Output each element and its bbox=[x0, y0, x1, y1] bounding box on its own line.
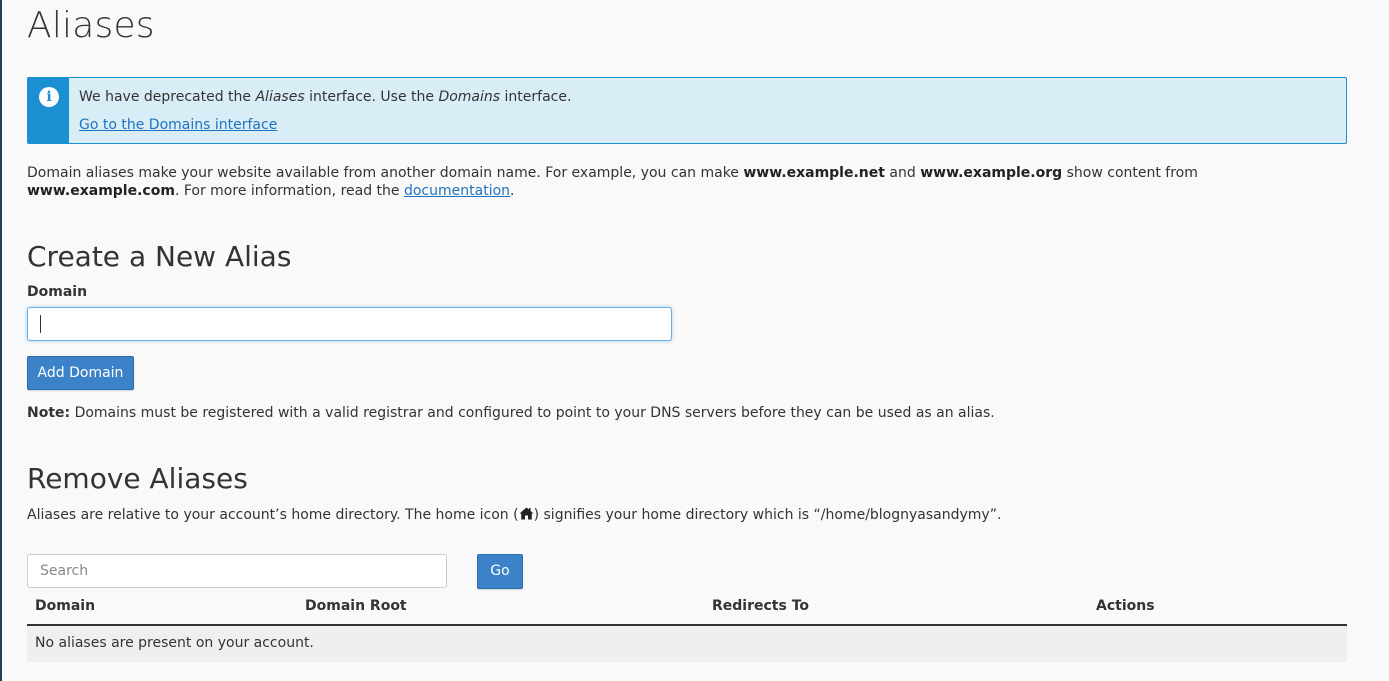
info-icon: i bbox=[39, 87, 59, 107]
intro-example-net: www.example.net bbox=[743, 165, 885, 181]
callout-text: We have deprecated the bbox=[79, 89, 256, 105]
documentation-link[interactable]: documentation bbox=[404, 183, 510, 199]
go-button[interactable]: Go bbox=[477, 554, 523, 589]
intro-example-com: www.example.com bbox=[27, 183, 175, 199]
intro-text: . For more information, read the bbox=[174, 183, 404, 199]
intro-example-org: www.example.org bbox=[920, 165, 1063, 181]
remove-desc-text: ) signifies your home directory which is… bbox=[533, 507, 1002, 523]
empty-message: No aliases are present on your account. bbox=[35, 635, 314, 651]
aliases-table: Domain Domain Root Redirects To Actions … bbox=[27, 592, 1347, 662]
column-header-redirects-to[interactable]: Redirects To bbox=[712, 598, 809, 614]
intro-text: show content from bbox=[1062, 165, 1198, 181]
create-alias-heading: Create a New Alias bbox=[27, 240, 292, 273]
remove-aliases-heading: Remove Aliases bbox=[27, 462, 248, 495]
add-domain-button[interactable]: Add Domain bbox=[27, 356, 134, 390]
domain-input[interactable] bbox=[27, 307, 672, 341]
domain-field-label: Domain bbox=[27, 284, 88, 300]
remove-desc-text: Aliases are relative to your account’s h… bbox=[27, 507, 519, 523]
table-header: Domain Domain Root Redirects To Actions bbox=[27, 592, 1347, 626]
page-title: Aliases bbox=[27, 5, 155, 46]
intro-paragraph: Domain aliases make your website availab… bbox=[27, 164, 1337, 200]
search-input[interactable] bbox=[27, 554, 447, 588]
callout-em-domains: Domains bbox=[438, 89, 501, 105]
callout-text: interface. bbox=[500, 89, 572, 105]
home-icon bbox=[519, 507, 534, 524]
domains-interface-link[interactable]: Go to the Domains interface bbox=[79, 117, 277, 133]
intro-text: . bbox=[510, 183, 515, 199]
page: Aliases i We have deprecated the Aliases… bbox=[0, 0, 1389, 681]
callout-message: We have deprecated the Aliases interface… bbox=[79, 89, 571, 105]
column-header-actions: Actions bbox=[1096, 598, 1155, 614]
remove-description: Aliases are relative to your account’s h… bbox=[27, 507, 1001, 524]
callout-strip: i bbox=[28, 78, 69, 143]
note-label: Note: bbox=[27, 405, 71, 421]
table-row: No aliases are present on your account. bbox=[27, 626, 1347, 662]
deprecation-callout: i We have deprecated the Aliases interfa… bbox=[27, 77, 1347, 144]
intro-text: and bbox=[884, 165, 921, 181]
column-header-domain[interactable]: Domain bbox=[35, 598, 95, 614]
registration-note: Note: Domains must be registered with a … bbox=[27, 405, 995, 421]
callout-text: interface. Use the bbox=[304, 89, 439, 105]
note-text: Domains must be registered with a valid … bbox=[70, 405, 995, 421]
text-caret bbox=[40, 315, 41, 333]
callout-em-aliases: Aliases bbox=[255, 89, 305, 105]
intro-text: Domain aliases make your website availab… bbox=[27, 165, 744, 181]
column-header-domain-root[interactable]: Domain Root bbox=[305, 598, 407, 614]
